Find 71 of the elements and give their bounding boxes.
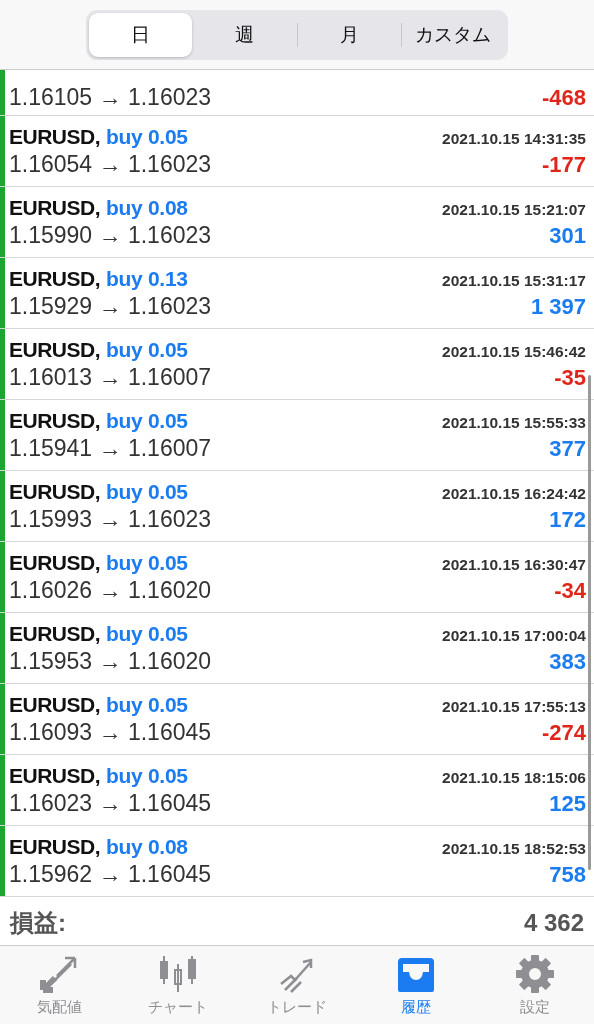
symbol-label: EURUSD,: [9, 550, 100, 574]
symbol-label: EURUSD,: [9, 195, 100, 219]
deal-time: 2021.10.15 14:31:35: [442, 129, 586, 148]
price-range: 1.15953 → 1.16020: [9, 647, 212, 675]
deal-time: 2021.10.15 15:21:07: [442, 200, 586, 219]
symbol-label: EURUSD,: [9, 692, 100, 716]
order-side-label: buy 0.08: [106, 834, 188, 858]
order-side-label: buy 0.13: [106, 266, 188, 290]
period-tab[interactable]: 日: [89, 12, 193, 57]
deal-time: 2021.10.15 16:24:42: [442, 484, 586, 503]
gear-icon: [514, 954, 555, 994]
price-range: 1.16013 → 1.16007: [9, 363, 212, 391]
order-side-label: buy 0.05: [106, 763, 188, 787]
symbol-label: EURUSD,: [9, 266, 100, 290]
profit-value: -34: [554, 577, 586, 604]
profit-value: 125: [549, 790, 586, 817]
deal-time: 2021.10.15 17:00:04: [442, 626, 586, 645]
order-side-label: buy 0.05: [106, 692, 188, 716]
order-side-label: buy 0.05: [106, 621, 188, 645]
total-profit: 4 362: [523, 908, 584, 937]
deal-time: 2021.10.15 15:31:17: [442, 271, 586, 290]
profit-value: -177: [541, 151, 586, 178]
tab-bar-item[interactable]: 気配値: [0, 946, 119, 1024]
profit-value: -468: [541, 85, 586, 111]
profit-value: 1 397: [530, 293, 586, 320]
price-range: 1.15993 → 1.16023: [9, 505, 212, 533]
profit-value: 383: [549, 648, 586, 675]
tab-bar-item[interactable]: 設定: [475, 946, 594, 1024]
deal-time: 2021.10.15 15:55:33: [442, 413, 586, 432]
deal-time: 2021.10.15 16:30:47: [442, 555, 586, 574]
price-range: 1.16093 → 1.16045: [9, 718, 212, 746]
symbol-label: EURUSD,: [9, 763, 100, 787]
deal-time: 2021.10.15 18:15:06: [442, 768, 586, 787]
profit-label: 損益:: [10, 907, 66, 938]
order-side-label: buy 0.08: [106, 195, 188, 219]
order-side-label: buy 0.05: [106, 337, 188, 361]
order-side-label: buy 0.05: [106, 550, 188, 574]
tab-bar-item[interactable]: トレード: [237, 946, 357, 1024]
symbol-label: EURUSD,: [9, 834, 100, 858]
period-tab[interactable]: カスタム: [401, 12, 505, 57]
price-range: 1.16054 → 1.16023: [9, 150, 212, 178]
order-side-label: buy 0.05: [106, 124, 188, 148]
price-range: 1.15941 → 1.16007: [9, 434, 212, 462]
symbol-label: EURUSD,: [9, 408, 100, 432]
price-range: 1.16026 → 1.16020: [9, 576, 212, 604]
profit-value: 377: [549, 435, 586, 462]
deal-time: 2021.10.15 15:46:42: [442, 342, 586, 361]
profit-value: -274: [541, 719, 586, 746]
price-range: 1.15962 → 1.16045: [9, 860, 212, 888]
order-side-label: buy 0.05: [106, 479, 188, 503]
order-side-label: buy 0.05: [106, 408, 188, 432]
profit-value: -35: [554, 364, 586, 391]
deal-time: 2021.10.15 17:55:13: [442, 697, 586, 716]
deal-time: 2021.10.15 18:52:53: [442, 839, 586, 858]
symbol-label: EURUSD,: [9, 124, 100, 148]
price-range: 1.16023 → 1.16045: [9, 789, 212, 817]
symbol-label: EURUSD,: [9, 479, 100, 503]
scrollbar[interactable]: [588, 375, 591, 870]
profit-value: 758: [549, 861, 586, 888]
tab-bar-item[interactable]: 履歴: [356, 946, 476, 1024]
symbol-label: EURUSD,: [9, 621, 100, 645]
tab-bar-item[interactable]: チャート: [118, 946, 238, 1024]
period-tab[interactable]: 月: [297, 12, 401, 57]
price-range: 1.15990 → 1.16023: [9, 221, 212, 249]
candlestick-icon: [158, 954, 199, 994]
price-range: 1.16105 → 1.16023: [9, 84, 212, 111]
price-range: 1.15929 → 1.16023: [9, 292, 212, 320]
profit-value: 301: [549, 222, 586, 249]
period-tab[interactable]: 週: [193, 12, 297, 57]
symbol-label: EURUSD,: [9, 337, 100, 361]
profit-value: 172: [549, 506, 586, 533]
